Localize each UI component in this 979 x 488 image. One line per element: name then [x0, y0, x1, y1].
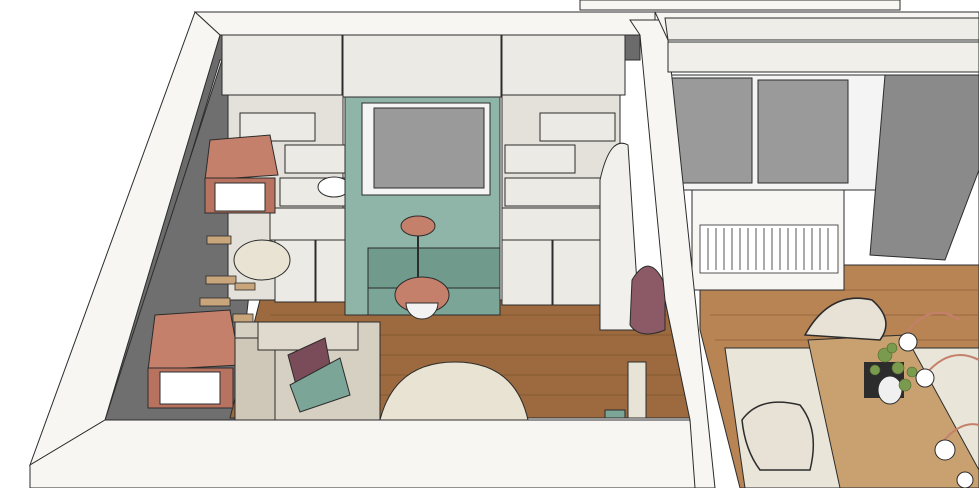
interior-render	[0, 0, 979, 488]
bench-shadow	[604, 409, 626, 419]
wall-shelf-upper	[204, 134, 279, 214]
vase	[877, 375, 903, 405]
right-window-pane-1	[669, 77, 753, 184]
right-window-pane-2	[757, 79, 849, 184]
wall-shelf-lower	[147, 309, 241, 409]
cabinet-top-band	[667, 41, 979, 73]
sofa	[234, 321, 381, 421]
radiator	[699, 224, 839, 274]
pouf	[629, 265, 666, 335]
alcove-window-glass	[373, 107, 485, 189]
floor-lamp-top	[400, 215, 436, 237]
top-partition	[579, 0, 901, 11]
dining-chair-left	[741, 401, 815, 471]
bench-seat	[627, 361, 647, 419]
round-coffee-table	[233, 239, 291, 281]
